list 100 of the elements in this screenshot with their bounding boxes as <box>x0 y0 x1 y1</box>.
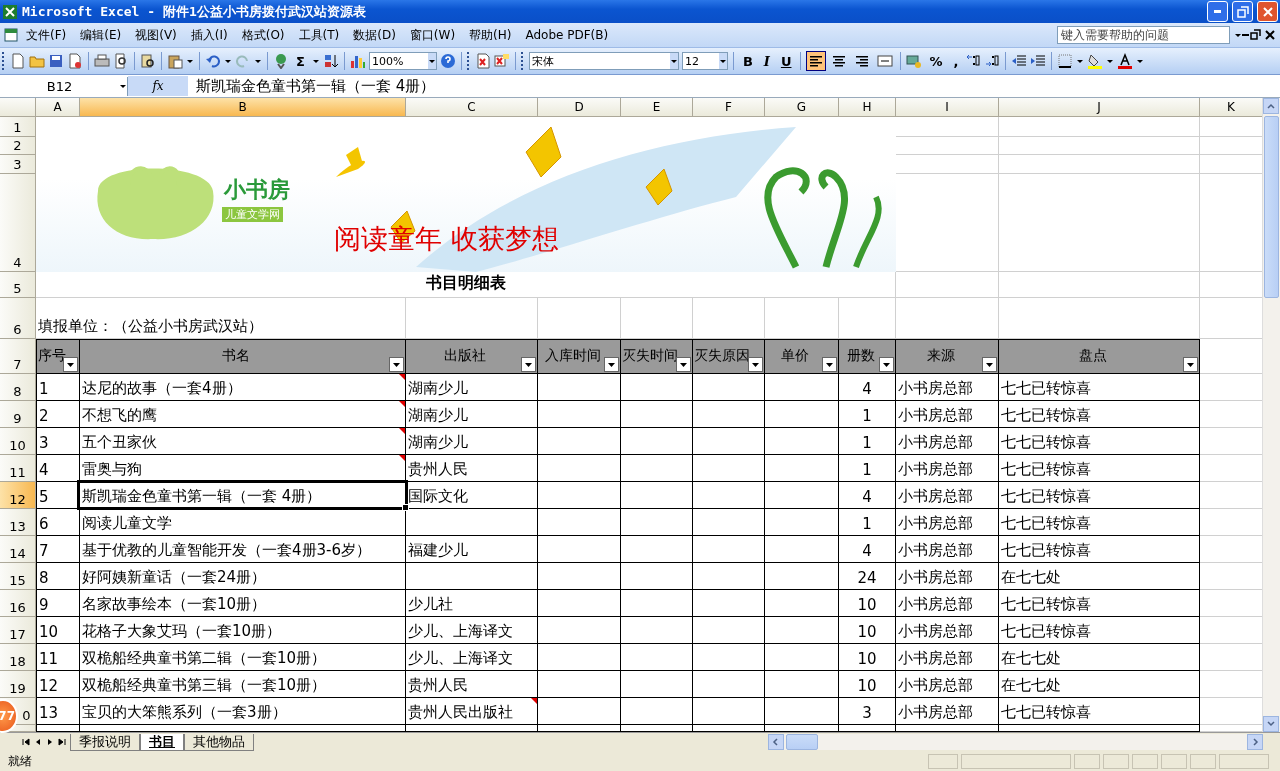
research-icon[interactable] <box>140 53 156 69</box>
row-header[interactable]: 10 <box>0 428 36 455</box>
row-header[interactable]: 4 <box>0 174 36 272</box>
menu-item[interactable]: 格式(O) <box>234 24 292 46</box>
restore-button[interactable] <box>1232 1 1253 22</box>
fill-handle[interactable] <box>402 504 409 511</box>
autosum-button[interactable]: Σ <box>292 52 309 70</box>
number-format-button[interactable]: , <box>949 52 963 70</box>
minimize-button[interactable] <box>1207 1 1228 22</box>
row-header[interactable]: 15 <box>0 563 36 590</box>
row-header[interactable]: 1 <box>0 117 36 137</box>
font-color-icon[interactable] <box>1117 53 1134 69</box>
scroll-down-button[interactable] <box>1263 716 1279 732</box>
format-button[interactable]: B <box>738 52 757 70</box>
column-header[interactable]: I <box>896 98 999 117</box>
fill-color-icon[interactable] <box>1087 53 1104 69</box>
decrease-decimal-icon[interactable] <box>984 53 1001 69</box>
insert-function-button[interactable]: fx <box>128 76 188 96</box>
help-search-field[interactable]: 键入需要帮助的问题 <box>1057 26 1230 44</box>
column-header[interactable]: G <box>765 98 839 117</box>
pdf-email-icon[interactable] <box>493 53 510 69</box>
save-icon[interactable] <box>48 53 64 69</box>
font-size-dropdown[interactable]: 12 <box>681 52 728 70</box>
next-sheet-icon[interactable] <box>46 738 54 746</box>
hyperlink-icon[interactable] <box>273 53 289 69</box>
alignment-button[interactable] <box>806 51 827 71</box>
number-format-button[interactable]: % <box>925 52 947 70</box>
help-icon[interactable] <box>439 53 456 69</box>
decrease-indent-icon[interactable] <box>1011 53 1028 69</box>
bar-chart-icon[interactable] <box>349 53 366 69</box>
row-header[interactable]: 3 <box>0 155 36 174</box>
borders-icon[interactable] <box>1057 53 1074 69</box>
close-button[interactable] <box>1257 1 1278 22</box>
row-header[interactable]: 17 <box>0 617 36 644</box>
first-sheet-icon[interactable] <box>22 738 30 746</box>
menu-item[interactable]: 插入(I) <box>183 24 235 46</box>
scroll-left-button[interactable] <box>768 734 784 750</box>
folder-icon[interactable] <box>29 53 45 69</box>
sheet-tab[interactable]: 其他物品 <box>184 733 254 751</box>
last-sheet-icon[interactable] <box>58 738 66 746</box>
scrollbar-thumb[interactable] <box>786 734 818 750</box>
filter-dropdown-icon[interactable] <box>521 357 536 372</box>
sort-ascending-icon[interactable] <box>322 53 339 69</box>
column-header[interactable]: D <box>538 98 621 117</box>
scroll-right-button[interactable] <box>1247 734 1263 750</box>
menu-item[interactable]: 视图(V) <box>128 24 184 46</box>
increase-indent-icon[interactable] <box>1030 53 1047 69</box>
currency-icon[interactable] <box>906 53 923 69</box>
new-document-icon[interactable] <box>10 53 26 69</box>
increase-decimal-icon[interactable] <box>965 53 982 69</box>
restore-icon[interactable] <box>1249 28 1263 42</box>
font-dropdown[interactable]: 宋体 <box>528 52 679 70</box>
print-preview-icon[interactable] <box>113 53 129 69</box>
workbook-icon[interactable] <box>3 27 19 43</box>
row-header[interactable]: 2 <box>0 137 36 155</box>
row-header[interactable]: 18 <box>0 644 36 671</box>
row-header[interactable]: 11 <box>0 455 36 482</box>
filter-dropdown-icon[interactable] <box>879 357 894 372</box>
menu-item[interactable]: Adobe PDF(B) <box>518 26 616 44</box>
column-header[interactable]: B <box>80 98 406 117</box>
horizontal-scrollbar[interactable] <box>768 734 1263 750</box>
excel-app-icon[interactable] <box>2 3 18 20</box>
column-header[interactable]: F <box>693 98 765 117</box>
menu-item[interactable]: 窗口(W) <box>402 24 463 46</box>
row-header[interactable]: 12 <box>0 482 36 509</box>
format-button[interactable]: I <box>759 52 774 70</box>
column-header[interactable]: K <box>1200 98 1262 117</box>
row-header[interactable]: 5 <box>0 272 36 298</box>
column-header[interactable]: J <box>999 98 1200 117</box>
column-header[interactable]: E <box>621 98 693 117</box>
paste-icon[interactable] <box>167 53 183 69</box>
filter-dropdown-icon[interactable] <box>982 357 997 372</box>
filter-dropdown-icon[interactable] <box>1183 357 1198 372</box>
scrollbar-thumb[interactable] <box>1264 116 1279 298</box>
column-header[interactable]: A <box>36 98 80 117</box>
menu-item[interactable]: 编辑(E) <box>73 24 129 46</box>
row-header[interactable]: 6 <box>0 298 36 339</box>
filter-dropdown-icon[interactable] <box>389 357 404 372</box>
previous-sheet-icon[interactable] <box>34 738 42 746</box>
print-icon[interactable] <box>94 53 110 69</box>
scroll-up-button[interactable] <box>1263 98 1279 114</box>
filter-dropdown-icon[interactable] <box>604 357 619 372</box>
close-icon[interactable] <box>1263 28 1277 42</box>
row-header[interactable]: 8 <box>0 374 36 401</box>
zoom-dropdown[interactable]: 100% <box>368 52 437 70</box>
pdf-convert-icon[interactable] <box>474 53 491 69</box>
formula-content[interactable]: 斯凯瑞金色童书第一辑（一套 4册） <box>188 76 436 96</box>
row-header[interactable]: 7 <box>0 339 36 374</box>
filter-dropdown-icon[interactable] <box>676 357 691 372</box>
sheet-tab[interactable]: 季报说明 <box>70 733 140 751</box>
row-header[interactable]: 19 <box>0 671 36 698</box>
row-header[interactable]: 9 <box>0 401 36 428</box>
filter-dropdown-icon[interactable] <box>822 357 837 372</box>
undo-icon[interactable] <box>205 53 221 69</box>
menu-item[interactable]: 工具(T) <box>291 24 347 46</box>
menu-item[interactable]: 文件(F) <box>19 24 74 46</box>
column-header[interactable]: C <box>406 98 538 117</box>
menu-item[interactable]: 数据(D) <box>346 24 403 46</box>
row-header[interactable]: 14 <box>0 536 36 563</box>
permission-icon[interactable] <box>67 53 83 69</box>
